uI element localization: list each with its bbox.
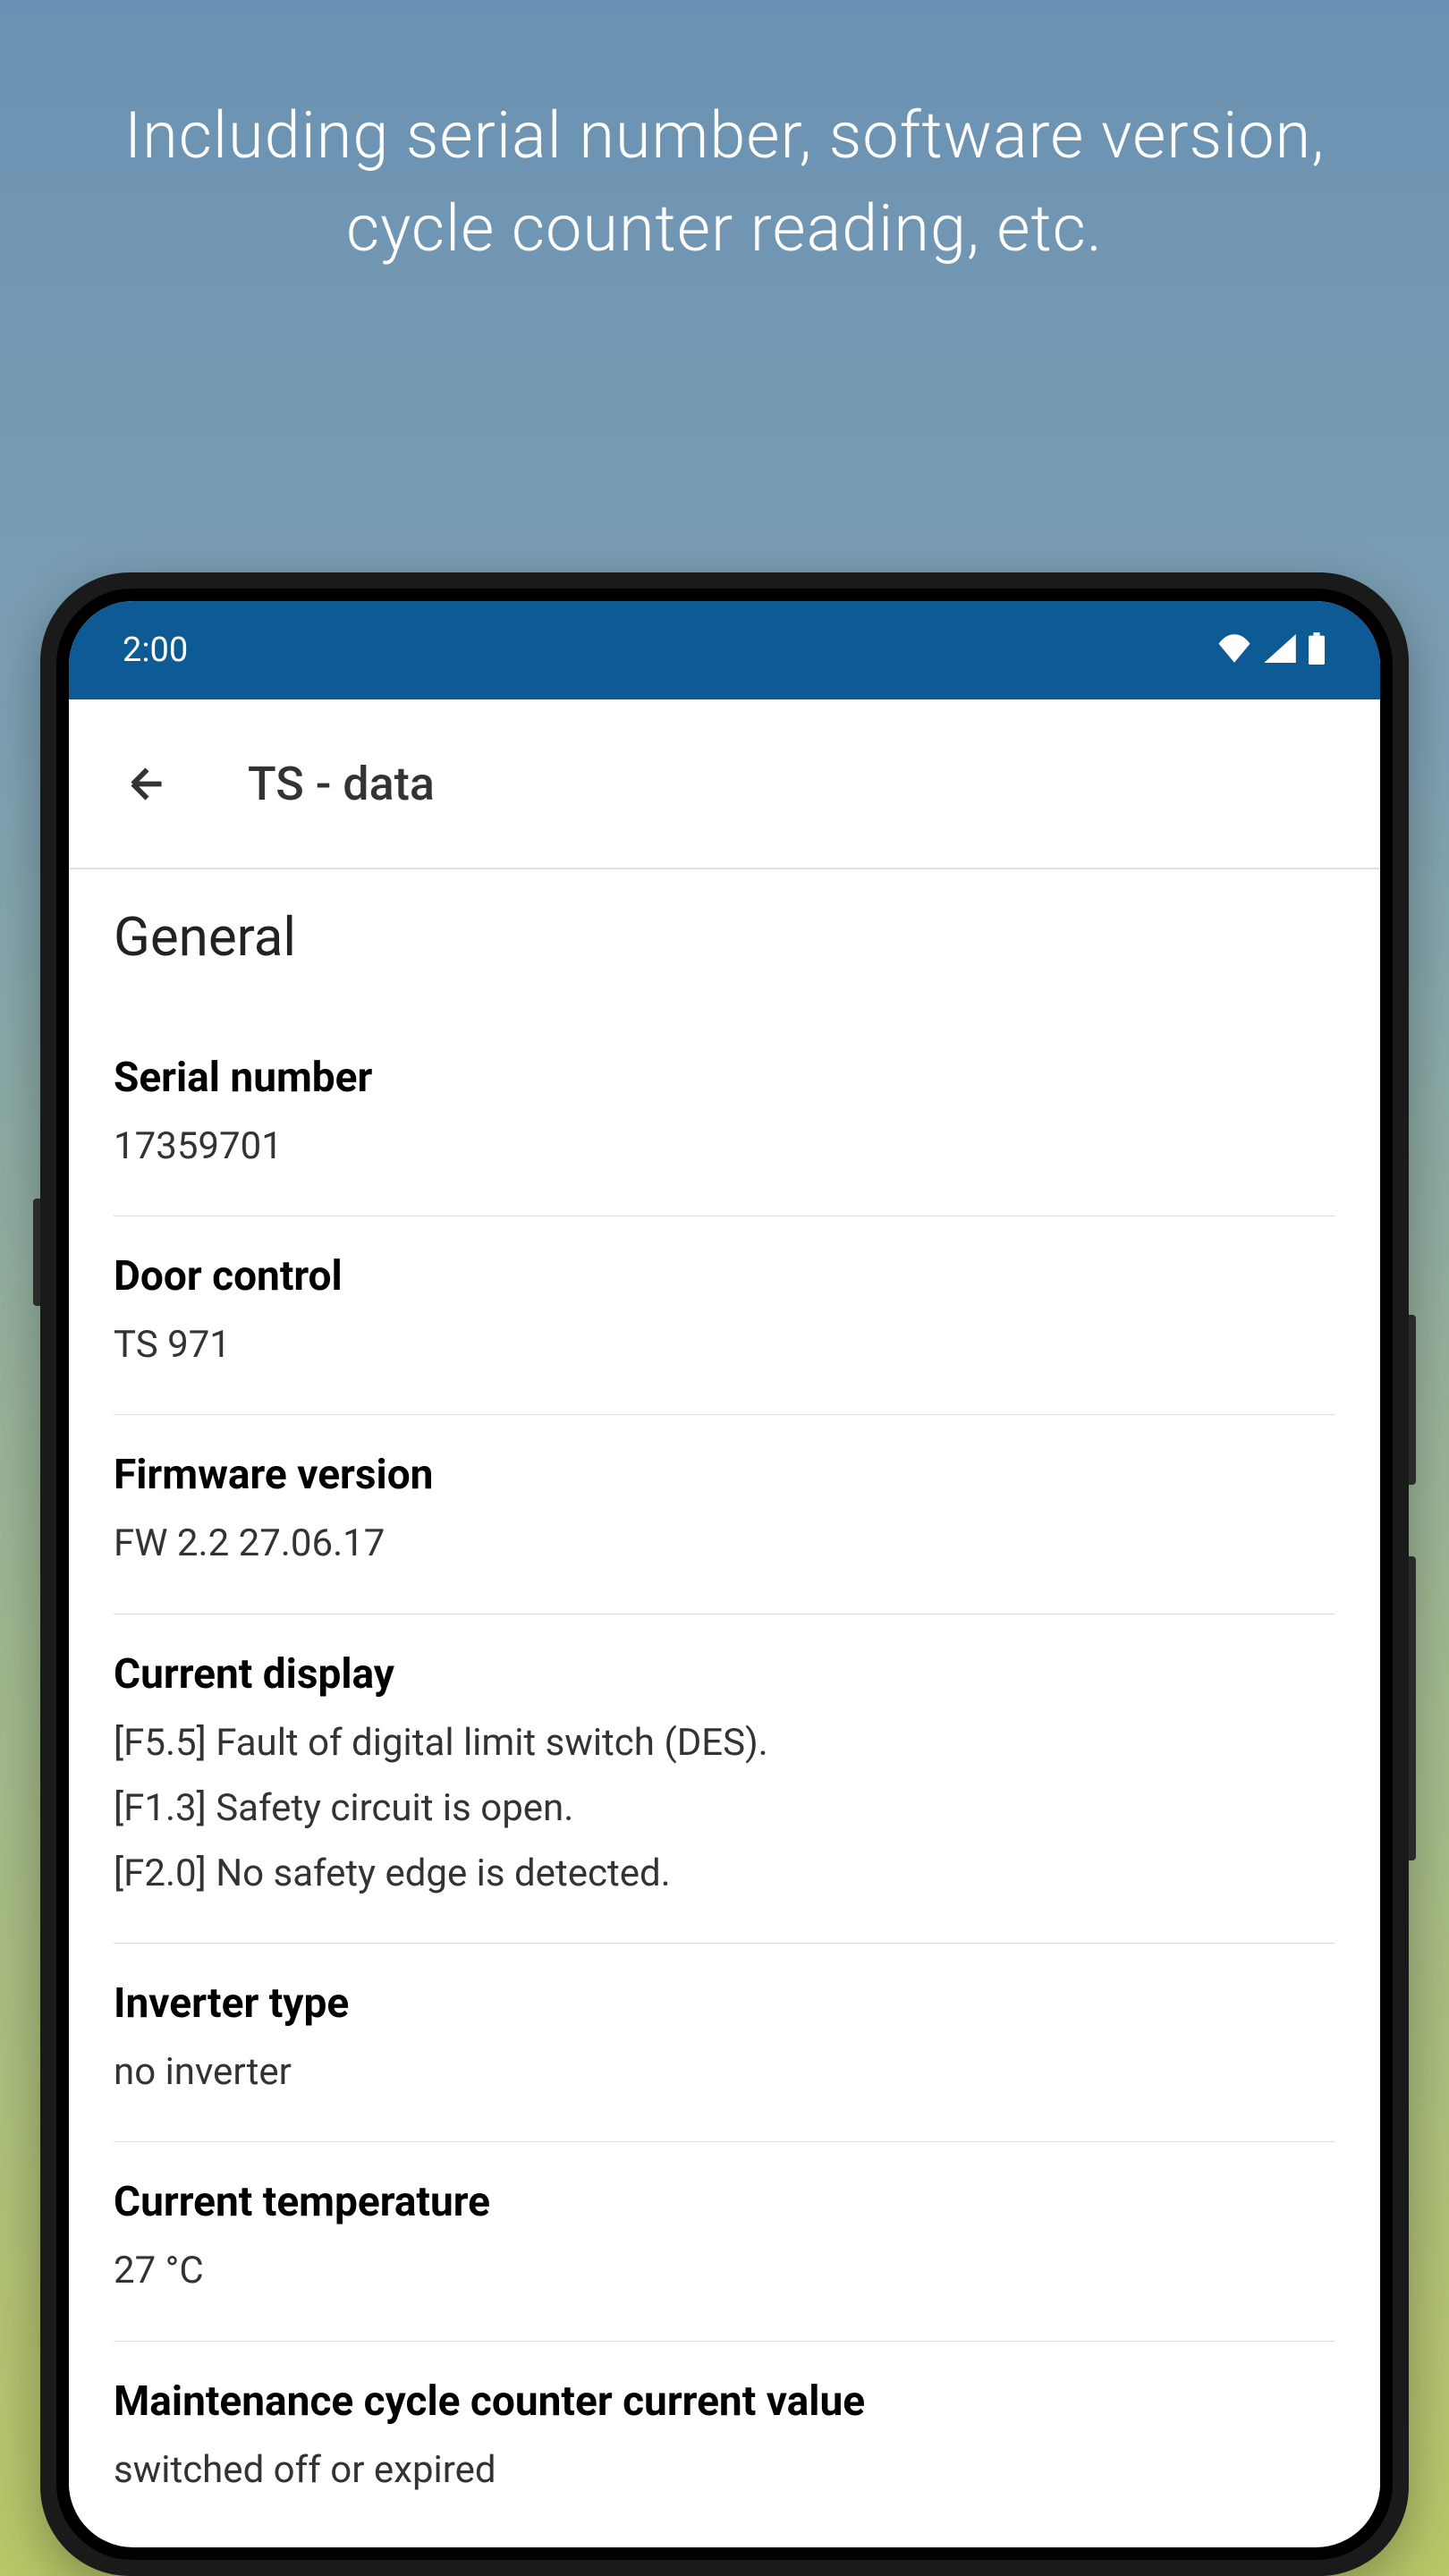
data-item: Serial number 17359701 [114,1018,1335,1216]
data-item: Maintenance cycle counter current value s… [114,2342,1335,2539]
data-item-value: 27 °C [114,2241,1335,2301]
data-item-value: 17359701 [114,1116,1335,1176]
wifi-icon [1216,634,1253,666]
data-value-line: no inverter [114,2042,1335,2102]
data-item-label: Maintenance cycle counter current value [114,2377,1335,2426]
data-value-line: [F2.0] No safety edge is detected. [114,1843,1335,1903]
status-time: 2:00 [123,631,188,670]
phone-side-button [33,1199,40,1306]
data-item-value: FW 2.2 27.06.17 [114,1513,1335,1573]
data-item: Firmware version FW 2.2 27.06.17 [114,1415,1335,1614]
data-item-value: TS 971 [114,1315,1335,1375]
data-item-label: Serial number [114,1054,1335,1102]
section-title: General [114,905,1335,969]
data-item: Inverter type no inverter [114,1944,1335,2142]
phone-power-button [1409,1556,1416,1860]
data-value-line: TS 971 [114,1315,1335,1375]
status-bar: 2:00 [69,601,1380,699]
data-item-label: Current display [114,1650,1335,1699]
battery-icon [1307,632,1326,668]
phone-volume-button [1409,1315,1416,1485]
data-value-line: FW 2.2 27.06.17 [114,1513,1335,1573]
promo-text: Including serial number, software versio… [0,0,1449,276]
data-item: Door control TS 971 [114,1216,1335,1415]
data-item-value: [F5.5] Fault of digital limit switch (DE… [114,1713,1335,1904]
signal-icon [1264,634,1296,666]
back-button[interactable] [114,750,181,818]
data-item-value: no inverter [114,2042,1335,2102]
data-item-label: Inverter type [114,1979,1335,2028]
data-value-line: switched off or expired [114,2440,1335,2500]
arrow-left-icon [123,759,172,809]
data-value-line: 27 °C [114,2241,1335,2301]
data-item-value: switched off or expired [114,2440,1335,2500]
data-value-line: [F1.3] Safety circuit is open. [114,1778,1335,1838]
data-value-line: 17359701 [114,1116,1335,1176]
status-icons [1216,632,1326,668]
data-item: Current temperature 27 °C [114,2142,1335,2341]
phone-frame: 2:00 [40,572,1409,2576]
content-area: General Serial number 17359701 Door contro… [69,869,1380,2539]
data-value-line: [F5.5] Fault of digital limit switch (DE… [114,1713,1335,1773]
data-item-label: Door control [114,1252,1335,1301]
data-item-label: Firmware version [114,1451,1335,1499]
app-title: TS - data [248,757,435,811]
data-item: Current display [F5.5] Fault of digital l… [114,1614,1335,1945]
data-item-label: Current temperature [114,2178,1335,2226]
phone-screen: 2:00 [69,601,1380,2547]
app-header: TS - data [69,699,1380,869]
